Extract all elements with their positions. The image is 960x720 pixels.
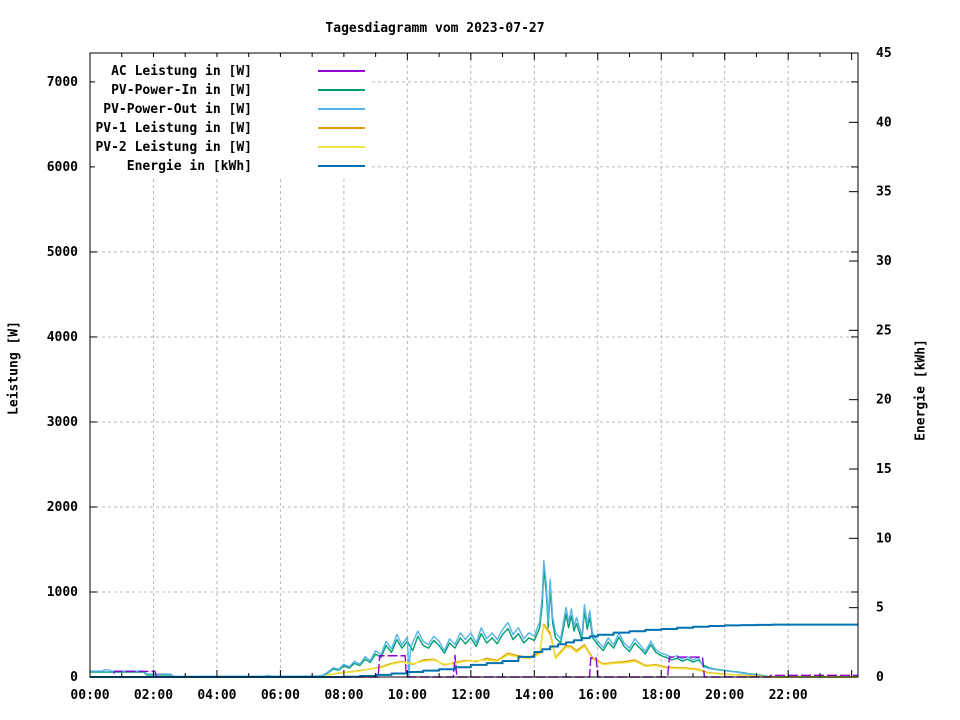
legend-label-pv1: PV-1 Leistung in [W] bbox=[95, 121, 252, 136]
tagesdiagramm-chart: Tagesdiagramm vom 2023-07-27 Leistung [W… bbox=[0, 0, 960, 720]
x-tick-label: 22:00 bbox=[769, 688, 808, 703]
y2-tick-label: 15 bbox=[876, 462, 892, 477]
legend-label-energie: Energie in [kWh] bbox=[127, 159, 252, 174]
y-tick-label: 2000 bbox=[47, 500, 78, 515]
line-pv_out bbox=[90, 559, 858, 678]
y-tick-label: 7000 bbox=[47, 75, 78, 90]
y2-tick-label: 35 bbox=[876, 185, 892, 200]
legend-label-pv_in: PV-Power-In in [W] bbox=[111, 83, 252, 98]
x-tick-label: 08:00 bbox=[324, 688, 363, 703]
line-energie bbox=[90, 623, 858, 678]
x-tick-label: 06:00 bbox=[261, 688, 300, 703]
x-tick-label: 18:00 bbox=[642, 688, 681, 703]
legend-label-ac: AC Leistung in [W] bbox=[111, 64, 252, 79]
y-tick-label: 5000 bbox=[47, 245, 78, 260]
x-tick-label: 16:00 bbox=[578, 688, 617, 703]
y2-tick-label: 0 bbox=[876, 670, 884, 685]
y2-tick-label: 5 bbox=[876, 601, 884, 616]
y2-tick-label: 30 bbox=[876, 254, 892, 269]
y2-tick-label: 20 bbox=[876, 393, 892, 408]
x-tick-label: 04:00 bbox=[197, 688, 236, 703]
y2-tick-label: 10 bbox=[876, 531, 892, 546]
plot-area: 00:00 02:00 04:00 06:00 08:00 10:00 12:00 14:00… bbox=[47, 46, 892, 703]
y2-tick-label: 45 bbox=[876, 46, 892, 61]
y-tick-label: 1000 bbox=[47, 585, 78, 600]
x-tick-label: 14:00 bbox=[515, 688, 554, 703]
legend-label-pv_out: PV-Power-Out in [W] bbox=[103, 102, 252, 117]
y-tick-label: 0 bbox=[70, 670, 78, 685]
line-pv1 bbox=[90, 623, 858, 678]
x-tick-label: 00:00 bbox=[70, 688, 109, 703]
y-tick-label: 4000 bbox=[47, 330, 78, 345]
line-pv2 bbox=[90, 625, 858, 678]
y-tick-label: 6000 bbox=[47, 160, 78, 175]
x-tick-label: 20:00 bbox=[705, 688, 744, 703]
y2-tick-label: 40 bbox=[876, 115, 892, 130]
x-tick-label: 02:00 bbox=[134, 688, 173, 703]
x-tick-label: 10:00 bbox=[388, 688, 427, 703]
legend-label-pv2: PV-2 Leistung in [W] bbox=[95, 140, 252, 155]
x-tick-label: 12:00 bbox=[451, 688, 490, 703]
y-tick-label: 3000 bbox=[47, 415, 78, 430]
y2-tick-label: 25 bbox=[876, 323, 892, 338]
